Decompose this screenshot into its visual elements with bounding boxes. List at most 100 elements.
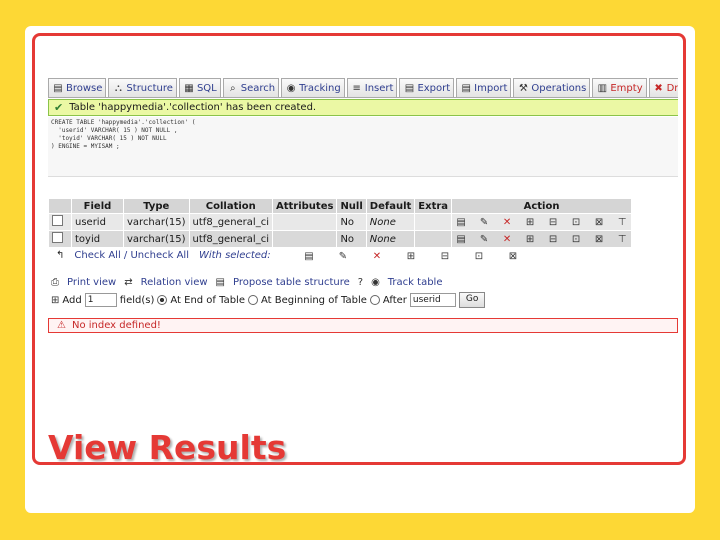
slide-title: View Results [48, 428, 287, 467]
bulk-actions: ▤ ✎ ✕ ⊞ ⊟ ⊡ ⊠ [303, 250, 519, 262]
tab-import[interactable]: ▤ Import [456, 78, 512, 97]
check-all-link[interactable]: Check All / Uncheck All [74, 250, 189, 261]
end-of-table-radio[interactable] [157, 295, 168, 305]
field-count-input[interactable]: 1 [84, 293, 117, 307]
browse-values-icon[interactable]: ▤ [455, 216, 467, 228]
delete-icon[interactable]: ✕ [501, 233, 513, 245]
insert-icon: ≡ [352, 82, 361, 94]
tab-label: Search [240, 82, 276, 94]
sql-icon: ▦ [184, 82, 194, 94]
table-row: userid varchar(15) utf8_general_ci No No… [48, 213, 633, 231]
browse-values-icon[interactable]: ▤ [455, 233, 467, 245]
index-icon[interactable]: ⊡ [570, 233, 582, 245]
tab-label: Import [474, 82, 508, 94]
import-icon: ▤ [461, 82, 471, 94]
column-header: Null [336, 198, 367, 214]
column-header: Field [71, 198, 124, 214]
tab-export[interactable]: ▤ Export [399, 78, 455, 97]
tab-search[interactable]: ⌕ Search [222, 78, 280, 97]
relation-view-link[interactable]: Relation view [141, 277, 208, 288]
add-column-icon: ⊞ [51, 294, 60, 306]
column-header: Default [365, 198, 416, 214]
table-icon[interactable]: ⊤ [616, 216, 628, 228]
edit-icon[interactable]: ✎ [478, 216, 490, 228]
go-button[interactable]: Go [458, 292, 486, 308]
propose-icon: ▤ [215, 277, 225, 288]
printer-icon: ⎙ [51, 277, 59, 288]
edit-icon[interactable]: ✎ [337, 250, 349, 262]
field-type: varchar(15) [123, 213, 190, 231]
tab-sql[interactable]: ▦ SQL [178, 78, 221, 97]
after-label: After [382, 294, 407, 306]
row-checkbox[interactable] [48, 230, 72, 248]
row-checkbox[interactable] [48, 213, 72, 231]
column-header: Collation [188, 198, 273, 214]
tab-operations[interactable]: ⚒ Operations [513, 78, 591, 97]
track-table-link[interactable]: Track table [388, 277, 443, 288]
tab-label: Browse [66, 82, 103, 94]
tab-structure[interactable]: ⛬ Structure [108, 78, 177, 97]
index-icon[interactable]: ⊡ [570, 216, 582, 228]
end-of-table-label: At End of Table [170, 294, 245, 306]
tab-browse[interactable]: ▤ Browse [48, 78, 107, 97]
field-null: No [336, 230, 367, 248]
after-field-select[interactable]: userid [409, 293, 456, 307]
fulltext-icon[interactable]: ⊠ [593, 233, 605, 245]
field-attributes [271, 213, 338, 231]
sql-query-box: CREATE TABLE 'happymedia'.'collection' (… [48, 117, 678, 177]
column-header: Extra [414, 198, 453, 214]
tab-label: Insert [364, 82, 394, 94]
table-icon[interactable]: ⊤ [616, 233, 628, 245]
delete-icon[interactable]: ✕ [371, 250, 383, 262]
field-default: None [365, 213, 416, 231]
select-column-header [48, 198, 72, 214]
add-label: Add [62, 294, 82, 306]
search-icon: ⌕ [229, 82, 236, 94]
primary-key-icon[interactable]: ⊞ [524, 233, 536, 245]
primary-key-icon[interactable]: ⊞ [405, 250, 417, 262]
after-radio[interactable] [369, 295, 380, 305]
primary-key-icon[interactable]: ⊞ [524, 216, 536, 228]
fields-suffix-label: field(s) [119, 294, 155, 306]
tab-divider [48, 97, 678, 98]
tab-label: Export [417, 82, 451, 94]
fulltext-icon[interactable]: ⊠ [507, 250, 519, 262]
tab-label: Drop [666, 82, 678, 94]
field-name: toyid [71, 230, 124, 248]
index-icon[interactable]: ⊡ [473, 250, 485, 262]
warning-text: No index defined! [71, 320, 161, 331]
column-header: Attributes [271, 198, 338, 214]
field-type: varchar(15) [123, 230, 190, 248]
table-row: toyid varchar(15) utf8_general_ci No Non… [48, 230, 633, 248]
success-notice: ✔ Table 'happymedia'.'collection' has be… [48, 99, 678, 116]
print-view-link[interactable]: Print view [67, 277, 116, 288]
tab-empty[interactable]: ▥ Empty [592, 78, 647, 97]
bulk-select-row: ↰ Check All / Uncheck All With selected: [56, 250, 271, 261]
fulltext-icon[interactable]: ⊠ [593, 216, 605, 228]
tracking-icon: ◉ [286, 82, 296, 94]
empty-icon: ▥ [597, 82, 608, 94]
unique-icon[interactable]: ⊟ [547, 216, 559, 228]
delete-icon[interactable]: ✕ [501, 216, 513, 228]
tab-insert[interactable]: ≡ Insert [346, 78, 398, 97]
edit-icon[interactable]: ✎ [478, 233, 490, 245]
tab-tracking[interactable]: ◉ Tracking [281, 78, 345, 97]
field-collation: utf8_general_ci [188, 213, 273, 231]
field-name: userid [71, 213, 124, 231]
propose-structure-link[interactable]: Propose table structure [233, 277, 350, 288]
field-collation: utf8_general_ci [188, 230, 273, 248]
warning-icon: ⚠ [57, 320, 66, 331]
tab-drop[interactable]: ✖Drop [648, 78, 678, 97]
unique-icon[interactable]: ⊟ [547, 233, 559, 245]
tab-label: Empty [610, 82, 643, 94]
browse-values-icon[interactable]: ▤ [303, 250, 315, 262]
help-icon[interactable]: ? [358, 277, 363, 288]
action-cell: ▤ ✎ ✕ ⊞ ⊟ ⊡ ⊠ ⊤ [451, 230, 633, 248]
tab-bar: ▤ Browse ⛬ Structure ▦ SQL ⌕ Search ◉ Trackin… [48, 78, 678, 98]
no-index-warning: ⚠ No index defined! [48, 318, 678, 333]
unique-icon[interactable]: ⊟ [439, 250, 451, 262]
phpmyadmin-screenshot: ▤ Browse ⛬ Structure ▦ SQL ⌕ Search ◉ Trackin… [48, 74, 678, 336]
tab-label: Structure [126, 82, 173, 94]
tab-label: SQL [196, 82, 217, 94]
beginning-of-table-radio[interactable] [247, 295, 258, 305]
